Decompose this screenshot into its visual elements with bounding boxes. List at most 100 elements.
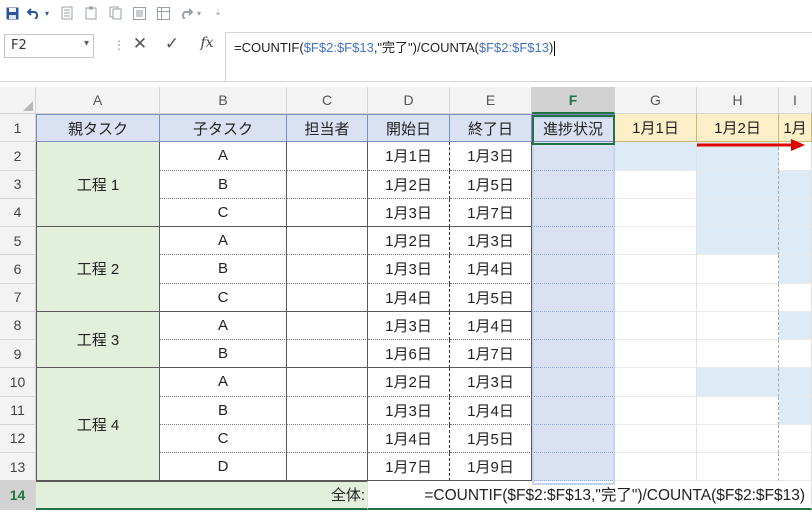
form-icon[interactable] bbox=[156, 4, 170, 22]
gantt-cell[interactable] bbox=[697, 340, 779, 369]
progress-cell[interactable] bbox=[532, 198, 615, 227]
owner-cell[interactable] bbox=[287, 368, 368, 397]
gantt-cell[interactable] bbox=[697, 396, 779, 425]
progress-cell[interactable] bbox=[532, 283, 615, 312]
header-owner[interactable]: 担当者 bbox=[287, 114, 368, 143]
header-end-date[interactable]: 終了日 bbox=[450, 114, 532, 143]
undo-dropdown-icon[interactable]: ▾ bbox=[43, 4, 51, 22]
owner-cell[interactable] bbox=[287, 340, 368, 369]
start-date-cell[interactable]: 1月6日 bbox=[368, 340, 450, 369]
column-header-b[interactable]: B bbox=[160, 87, 287, 114]
parent-task-cell[interactable]: 工程 2 bbox=[36, 227, 160, 312]
row-header-10[interactable]: 10 bbox=[0, 368, 36, 397]
redo-dropdown-icon[interactable]: ▾ bbox=[195, 4, 203, 22]
column-header-h[interactable]: H bbox=[697, 87, 779, 114]
gantt-cell[interactable] bbox=[615, 255, 697, 284]
column-header-f[interactable]: F bbox=[532, 87, 615, 114]
copy-icon[interactable] bbox=[108, 4, 122, 22]
row-header-13[interactable]: 13 bbox=[0, 453, 36, 482]
progress-cell[interactable] bbox=[532, 255, 615, 284]
gantt-cell[interactable] bbox=[697, 170, 779, 199]
gantt-cell[interactable] bbox=[779, 453, 812, 482]
gantt-cell[interactable] bbox=[779, 255, 812, 284]
progress-cell[interactable] bbox=[532, 453, 615, 482]
progress-cell[interactable] bbox=[532, 340, 615, 369]
child-task-cell[interactable]: B bbox=[160, 396, 287, 425]
progress-cell[interactable] bbox=[532, 142, 615, 171]
gantt-cell[interactable] bbox=[697, 424, 779, 453]
child-task-cell[interactable]: D bbox=[160, 453, 287, 482]
name-box-dropdown-icon[interactable]: ▾ bbox=[84, 38, 89, 49]
row-header-2[interactable]: 2 bbox=[0, 142, 36, 171]
select-all-corner[interactable] bbox=[0, 87, 36, 114]
start-date-cell[interactable]: 1月2日 bbox=[368, 170, 450, 199]
column-header-e[interactable]: E bbox=[450, 87, 532, 114]
gantt-cell[interactable] bbox=[779, 424, 812, 453]
start-date-cell[interactable]: 1月3日 bbox=[368, 311, 450, 340]
child-task-cell[interactable]: B bbox=[160, 170, 287, 199]
end-date-cell[interactable]: 1月4日 bbox=[450, 396, 532, 425]
row-header-7[interactable]: 7 bbox=[0, 283, 36, 312]
header-gantt-date[interactable]: 1月1日 bbox=[615, 114, 697, 143]
column-header-a[interactable]: A bbox=[36, 87, 160, 114]
gantt-cell[interactable] bbox=[615, 396, 697, 425]
header-progress[interactable]: 進捗状況 bbox=[532, 114, 615, 143]
progress-cell[interactable] bbox=[532, 424, 615, 453]
owner-cell[interactable] bbox=[287, 283, 368, 312]
owner-cell[interactable] bbox=[287, 424, 368, 453]
owner-cell[interactable] bbox=[287, 227, 368, 256]
end-date-cell[interactable]: 1月3日 bbox=[450, 142, 532, 171]
end-date-cell[interactable]: 1月9日 bbox=[450, 453, 532, 482]
end-date-cell[interactable]: 1月7日 bbox=[450, 198, 532, 227]
end-date-cell[interactable]: 1月3日 bbox=[450, 368, 532, 397]
child-task-cell[interactable]: C bbox=[160, 424, 287, 453]
start-date-cell[interactable]: 1月3日 bbox=[368, 255, 450, 284]
row-header-3[interactable]: 3 bbox=[0, 170, 36, 199]
start-date-cell[interactable]: 1月7日 bbox=[368, 453, 450, 482]
column-header-c[interactable]: C bbox=[287, 87, 368, 114]
start-date-cell[interactable]: 1月4日 bbox=[368, 283, 450, 312]
child-task-cell[interactable]: B bbox=[160, 255, 287, 284]
row-header-4[interactable]: 4 bbox=[0, 198, 36, 227]
end-date-cell[interactable]: 1月5日 bbox=[450, 283, 532, 312]
row-header-1[interactable]: 1 bbox=[0, 114, 36, 143]
gantt-cell[interactable] bbox=[697, 198, 779, 227]
name-box[interactable]: F2 bbox=[4, 34, 94, 58]
child-task-cell[interactable]: A bbox=[160, 368, 287, 397]
child-task-cell[interactable]: A bbox=[160, 142, 287, 171]
column-header-d[interactable]: D bbox=[368, 87, 450, 114]
save-icon[interactable] bbox=[4, 4, 20, 22]
gantt-cell[interactable] bbox=[697, 227, 779, 256]
child-task-cell[interactable]: B bbox=[160, 340, 287, 369]
row-header-14[interactable]: 14 bbox=[0, 481, 36, 510]
end-date-cell[interactable]: 1月5日 bbox=[450, 170, 532, 199]
gantt-cell[interactable] bbox=[779, 396, 812, 425]
owner-cell[interactable] bbox=[287, 396, 368, 425]
column-header-g[interactable]: G bbox=[615, 87, 697, 114]
gantt-cell[interactable] bbox=[615, 227, 697, 256]
gantt-cell[interactable] bbox=[779, 311, 812, 340]
total-formula-cell[interactable]: =COUNTIF($F$2:$F$13,"完了")/COUNTA($F$2:$F… bbox=[368, 481, 812, 510]
progress-cell[interactable] bbox=[532, 227, 615, 256]
start-date-cell[interactable]: 1月4日 bbox=[368, 424, 450, 453]
start-date-cell[interactable]: 1月2日 bbox=[368, 368, 450, 397]
gantt-cell[interactable] bbox=[615, 170, 697, 199]
owner-cell[interactable] bbox=[287, 142, 368, 171]
child-task-cell[interactable]: C bbox=[160, 198, 287, 227]
parent-task-cell[interactable]: 工程 4 bbox=[36, 368, 160, 482]
progress-cell[interactable] bbox=[532, 170, 615, 199]
gantt-cell[interactable] bbox=[615, 424, 697, 453]
start-date-cell[interactable]: 1月2日 bbox=[368, 227, 450, 256]
row-header-6[interactable]: 6 bbox=[0, 255, 36, 284]
gantt-cell[interactable] bbox=[697, 453, 779, 482]
owner-cell[interactable] bbox=[287, 170, 368, 199]
owner-cell[interactable] bbox=[287, 311, 368, 340]
header-child-task[interactable]: 子タスク bbox=[160, 114, 287, 143]
start-date-cell[interactable]: 1月1日 bbox=[368, 142, 450, 171]
gantt-cell[interactable] bbox=[779, 368, 812, 397]
gantt-cell[interactable] bbox=[697, 311, 779, 340]
row-header-12[interactable]: 12 bbox=[0, 424, 36, 453]
sort-icon[interactable] bbox=[60, 4, 74, 22]
enter-icon[interactable]: ✓ bbox=[163, 34, 181, 56]
gantt-cell[interactable] bbox=[779, 227, 812, 256]
